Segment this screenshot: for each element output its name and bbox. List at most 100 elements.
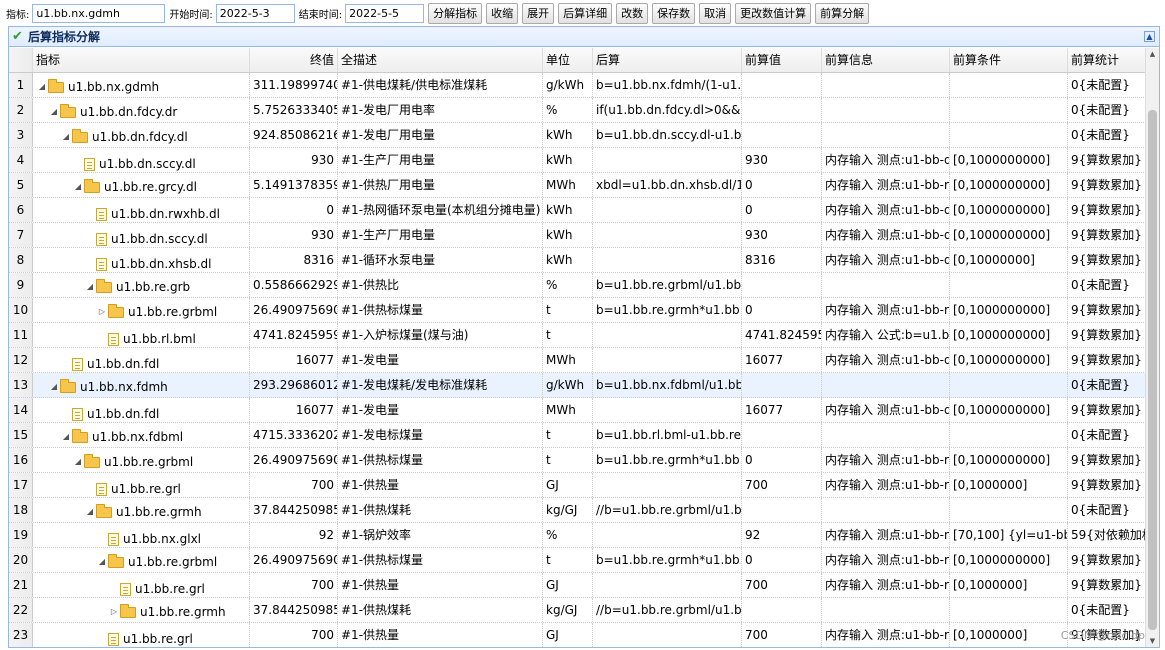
indicator-cell[interactable]: ◢ u1.bb.dn.fdcy.dl — [33, 123, 250, 147]
indicator-cell[interactable]: ◢ u1.bb.nx.fdmh — [33, 373, 250, 397]
indicator-cell[interactable]: ▷ u1.bb.re.grmh — [33, 598, 250, 622]
table-row[interactable]: 5 ◢ u1.bb.re.grcy.dl 5.14913783590#1-供热厂用电量… — [9, 173, 1146, 198]
stat-cell: 0{未配置} — [1071, 378, 1130, 392]
expand-arrow-icon[interactable]: ◢ — [84, 275, 96, 297]
expand-button[interactable]: 展开 — [522, 2, 555, 24]
table-row[interactable]: 8 u1.bb.dn.xhsb.dl 8316 #1-循环水泵电量 kWh 8316 内存输… — [9, 248, 1146, 273]
column-header[interactable]: 前算值 — [742, 48, 822, 72]
table-row[interactable]: 3 ◢ u1.bb.dn.fdcy.dl 924.85086216 #1-发电厂用电量 k… — [9, 123, 1146, 148]
indicator-cell[interactable]: ◢ u1.bb.nx.fdbml — [33, 423, 250, 447]
cond-cell: [0,1000000000] — [950, 323, 1068, 347]
column-header[interactable]: 后算 — [593, 48, 742, 72]
table-row[interactable]: 12 u1.bb.dn.fdl 16077 #1-发电量 MWh 16077 内存输入 测点… — [9, 348, 1146, 373]
vertical-scrollbar[interactable]: ▲ ▼ — [1145, 48, 1159, 647]
change-value-calc-button[interactable]: 更改数值计算 — [735, 2, 812, 24]
indicator-cell[interactable]: u1.bb.rl.bml — [33, 323, 250, 347]
table-row[interactable]: 14 u1.bb.dn.fdl 16077 #1-发电量 MWh 16077 内存输入 测点… — [9, 398, 1146, 423]
table-row[interactable]: 15 ◢ u1.bb.nx.fdbml 4715.3336202 #1-发电标煤量 t b=… — [9, 423, 1146, 448]
indicator-cell[interactable]: u1.bb.dn.fdl — [33, 398, 250, 422]
panel-header: ✔ 后算指标分解 ▲ — [9, 27, 1159, 47]
table-row[interactable]: 23 u1.bb.re.grl 700 #1-供热量 GJ 700 内存输入 测点:u1-b… — [9, 623, 1146, 647]
column-header[interactable]: 全描述 — [338, 48, 543, 72]
decompose-indicator-button[interactable]: 分解指标 — [428, 2, 483, 24]
start-time-input[interactable] — [215, 3, 295, 23]
expand-arrow-icon[interactable]: ◢ — [60, 125, 72, 147]
indicator-cell[interactable]: u1.bb.dn.sccy.dl — [33, 148, 250, 172]
table-row[interactable]: 6 u1.bb.dn.rwxhb.dl 0 #1-热网循环泵电量(本机组分摊电量) kW… — [9, 198, 1146, 223]
cond-cell: [0,1000000] — [950, 573, 1068, 597]
column-header[interactable]: 前算统计 — [1068, 48, 1146, 72]
indicator-name: u1.bb.dn.sccy.dl — [99, 157, 196, 171]
table-row[interactable]: 13 ◢ u1.bb.nx.fdmh 293.29686012 #1-发电煤耗/发电标准… — [9, 373, 1146, 398]
expand-arrow-icon[interactable]: ◢ — [48, 100, 60, 122]
indicator-cell[interactable]: u1.bb.nx.glxl — [33, 523, 250, 547]
table-row[interactable]: 19 u1.bb.nx.glxl 92 #1-锅炉效率% 92 内存输入 测点:u1-bb… — [9, 523, 1146, 548]
expand-arrow-icon[interactable]: ◢ — [36, 75, 48, 97]
desc-cell: #1-热网循环泵电量(本机组分摊电量) — [338, 198, 543, 222]
end-time-input[interactable] — [345, 3, 425, 23]
table-row[interactable]: 21 u1.bb.re.grl 700 #1-供热量 GJ 700 内存输入 测点:u1-b… — [9, 573, 1146, 598]
indicator-cell[interactable]: u1.bb.re.grl — [33, 623, 250, 647]
table-row[interactable]: 1 ◢ u1.bb.nx.gdmh 311.19899740 #1-供电煤耗/供电标准煤… — [9, 73, 1146, 98]
unit-cell: % — [543, 273, 593, 297]
collapse-icon[interactable]: ▲ — [1144, 31, 1155, 42]
expand-arrow-icon[interactable]: ◢ — [72, 175, 84, 197]
table-row[interactable]: 11 u1.bb.rl.bml 4741.8245959 #1-入炉标煤量(煤与油) t… — [9, 323, 1146, 348]
pre-calc-decompose-button[interactable]: 前算分解 — [815, 2, 870, 24]
indicator-label: 指标: — [6, 9, 30, 21]
table-row[interactable]: 17 u1.bb.re.grl 700 #1-供热量 GJ 700 内存输入 测点:u1-b… — [9, 473, 1146, 498]
indicator-cell[interactable]: u1.bb.re.grl — [33, 573, 250, 597]
scroll-down-icon[interactable]: ▼ — [1146, 635, 1159, 647]
column-header[interactable]: 单位 — [543, 48, 593, 72]
indicator-cell[interactable]: ◢ u1.bb.dn.fdcy.dr — [33, 98, 250, 122]
indicator-input[interactable] — [32, 3, 166, 23]
indicator-cell[interactable]: u1.bb.dn.fdl — [33, 348, 250, 372]
collapse-arrow-icon[interactable]: ▷ — [108, 600, 120, 622]
collapse-arrow-icon[interactable]: ▷ — [96, 300, 108, 322]
post-calc-detail-button[interactable]: 后算详细 — [558, 2, 613, 24]
column-header[interactable]: 前算条件 — [950, 48, 1068, 72]
indicator-cell[interactable]: u1.bb.dn.xhsb.dl — [33, 248, 250, 272]
indicator-cell[interactable]: ◢ u1.bb.re.grb — [33, 273, 250, 297]
table-row[interactable]: 2 ◢ u1.bb.dn.fdcy.dr 5.75263334057#1-发电厂用电率… — [9, 98, 1146, 123]
indicator-cell[interactable]: u1.bb.re.grl — [33, 473, 250, 497]
desc-cell: #1-供热比 — [338, 273, 543, 297]
scroll-up-icon[interactable]: ▲ — [1146, 48, 1159, 61]
column-header[interactable]: 指标 — [33, 48, 250, 72]
scrollbar-thumb[interactable] — [1148, 110, 1157, 630]
value-cell: 37.844250985 — [250, 598, 338, 622]
collapse-button[interactable]: 收缩 — [486, 2, 519, 24]
edit-value-button[interactable]: 改数 — [616, 2, 649, 24]
indicator-cell[interactable]: ◢ u1.bb.re.grbml — [33, 448, 250, 472]
table-row[interactable]: 20 ◢ u1.bb.re.grbml 26.490975690 #1-供热标煤量 t b=… — [9, 548, 1146, 573]
table-row[interactable]: 4 u1.bb.dn.sccy.dl 930 #1-生产厂用电量 kWh 930 内存输入 … — [9, 148, 1146, 173]
indicator-cell[interactable]: ◢ u1.bb.nx.gdmh — [33, 73, 250, 97]
expand-arrow-icon[interactable]: ◢ — [60, 425, 72, 447]
indicator-cell[interactable]: ◢ u1.bb.re.grbml — [33, 548, 250, 572]
save-value-button[interactable]: 保存数 — [652, 2, 696, 24]
folder-icon — [120, 603, 136, 618]
expand-arrow-icon[interactable]: ◢ — [84, 500, 96, 522]
table-row[interactable]: 9 ◢ u1.bb.re.grb 0.55866629290#1-供热比%b=u1.b… — [9, 273, 1146, 298]
indicator-cell[interactable]: u1.bb.dn.rwxhb.dl — [33, 198, 250, 222]
value-cell: 0 — [250, 198, 338, 222]
unit-cell: % — [543, 98, 593, 122]
indicator-cell[interactable]: ◢ u1.bb.re.grmh — [33, 498, 250, 522]
cancel-button[interactable]: 取消 — [699, 2, 732, 24]
indicator-cell[interactable]: u1.bb.dn.sccy.dl — [33, 223, 250, 247]
indicator-cell[interactable]: ▷ u1.bb.re.grbml — [33, 298, 250, 322]
table-row[interactable]: 18 ◢ u1.bb.re.grmh 37.844250985 #1-供热煤耗 kg/GJ… — [9, 498, 1146, 523]
expand-arrow-icon[interactable]: ◢ — [72, 450, 84, 472]
column-header[interactable]: 前算信息 — [822, 48, 950, 72]
unit-cell: t — [543, 423, 593, 447]
table-row[interactable]: 7 u1.bb.dn.sccy.dl 930 #1-生产厂用电量 kWh 930 内存输入 … — [9, 223, 1146, 248]
stat-cell: 9{算数累加} — [1071, 153, 1142, 167]
indicator-cell[interactable]: ◢ u1.bb.re.grcy.dl — [33, 173, 250, 197]
desc-cell: #1-供热标煤量 — [338, 298, 543, 322]
table-row[interactable]: 22 ▷ u1.bb.re.grmh 37.844250985 #1-供热煤耗 kg/GJ… — [9, 598, 1146, 623]
table-row[interactable]: 10 ▷ u1.bb.re.grbml 26.490975690 #1-供热标煤量 t b=… — [9, 298, 1146, 323]
column-header[interactable]: 终值 — [250, 48, 338, 72]
expand-arrow-icon[interactable]: ◢ — [96, 550, 108, 572]
expand-arrow-icon[interactable]: ◢ — [48, 375, 60, 397]
table-row[interactable]: 16 ◢ u1.bb.re.grbml 26.490975690 #1-供热标煤量 t b=… — [9, 448, 1146, 473]
